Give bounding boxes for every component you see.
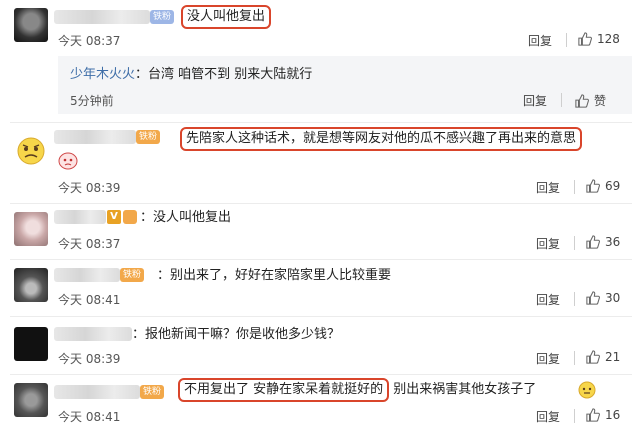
- fan-badge: 铁粉: [150, 10, 175, 24]
- comment-text: 不用复出了 安静在家呆着就挺好的 别出来祸害其他女孩子了: [178, 378, 536, 402]
- reply-button[interactable]: 回复: [536, 179, 560, 196]
- thumbs-up-icon: [575, 94, 589, 108]
- sub-reply-content: 台湾 咱管不到 别来大陆就行: [148, 67, 313, 82]
- like-button[interactable]: 21: [586, 350, 620, 364]
- divider: [574, 236, 575, 250]
- thumbs-up-icon: [586, 350, 600, 364]
- comment-text: ：报他新闻干嘛？你是收他多少钱？: [132, 327, 341, 342]
- reply-button[interactable]: 回复: [536, 350, 560, 367]
- sub-reply-text: 少年木火火：台湾 咱管不到 别来大陆就行: [70, 67, 313, 82]
- like-label: 赞: [594, 94, 607, 108]
- divider: [574, 351, 575, 365]
- divider: [561, 93, 562, 107]
- username-blurred[interactable]: [54, 130, 136, 144]
- thumbs-up-icon: [586, 408, 600, 422]
- fan-badge: 铁粉: [140, 385, 165, 399]
- thumbs-up-icon: [586, 235, 600, 249]
- comment-highlight: 不用复出了 安静在家呆着就挺好的: [178, 378, 390, 402]
- like-button[interactable]: 30: [586, 291, 620, 305]
- divider: [574, 292, 575, 306]
- fan-badge: 铁粉: [136, 130, 161, 144]
- comment-text: 先陪家人这种话术，就是想等网友对他的瓜不感兴趣了再出来的意思: [180, 127, 583, 151]
- comment-text-rest: 别出来祸害其他女孩子了: [393, 382, 537, 397]
- like-count: 21: [605, 350, 621, 364]
- username-blurred[interactable]: [54, 327, 132, 341]
- avatar[interactable]: [14, 134, 48, 168]
- timestamp: 今天 08:41: [58, 410, 121, 424]
- timestamp: 今天 08:41: [58, 293, 121, 307]
- thumbs-up-icon: [578, 32, 592, 46]
- like-count: 128: [597, 32, 620, 46]
- fan-badge: 铁粉: [120, 268, 145, 282]
- reply-button[interactable]: 回复: [536, 408, 560, 424]
- pout-emoji-icon: [58, 152, 78, 174]
- comment-text: ：没人叫他复出: [140, 210, 232, 225]
- reply-button[interactable]: 回复: [536, 291, 560, 308]
- username-blurred[interactable]: [54, 268, 120, 282]
- emoji-avatar-icon: [17, 137, 45, 165]
- like-button[interactable]: 36: [586, 235, 620, 249]
- timestamp: 今天 08:37: [58, 34, 121, 48]
- like-count: 36: [605, 235, 621, 249]
- timestamp: 今天 08:39: [58, 181, 121, 195]
- like-button[interactable]: 69: [586, 179, 620, 193]
- username-blurred[interactable]: [54, 210, 106, 224]
- timestamp: 今天 08:39: [58, 352, 121, 366]
- thumbs-up-icon: [586, 291, 600, 305]
- thumbs-up-icon: [586, 179, 600, 193]
- avatar[interactable]: [14, 268, 48, 302]
- divider: [574, 180, 575, 194]
- verified-badge: V: [107, 210, 121, 224]
- avatar[interactable]: [14, 212, 48, 246]
- like-button[interactable]: 128: [578, 32, 620, 46]
- reply-button[interactable]: 回复: [536, 235, 560, 252]
- emoji-icon: [578, 381, 596, 403]
- divider: [574, 409, 575, 423]
- timestamp: 今天 08:37: [58, 237, 121, 251]
- sub-reply-reply-button[interactable]: 回复: [523, 92, 547, 109]
- divider: [566, 33, 567, 47]
- comment-text: ：别出来了，好好在家陪家里人比较重要: [157, 268, 392, 283]
- reply-button[interactable]: 回复: [528, 32, 552, 49]
- divider: [10, 122, 632, 123]
- divider: [10, 316, 632, 317]
- sub-reply-like-button[interactable]: 赞: [575, 92, 606, 109]
- username-blurred[interactable]: [54, 385, 140, 399]
- like-count: 16: [605, 408, 621, 422]
- username-blurred[interactable]: [54, 10, 150, 24]
- sub-reply-username[interactable]: 少年木火火: [70, 67, 135, 82]
- fan-badge: [123, 210, 137, 224]
- avatar[interactable]: [14, 327, 48, 361]
- like-count: 30: [605, 291, 621, 305]
- avatar[interactable]: [14, 8, 48, 42]
- comment-text: 没人叫他复出: [181, 5, 272, 29]
- divider: [10, 203, 632, 204]
- divider: [10, 259, 632, 260]
- sub-reply-timestamp: 5分钟前: [70, 94, 114, 108]
- like-button[interactable]: 16: [586, 408, 620, 422]
- avatar[interactable]: [14, 383, 48, 417]
- like-count: 69: [605, 179, 621, 193]
- divider: [10, 374, 632, 375]
